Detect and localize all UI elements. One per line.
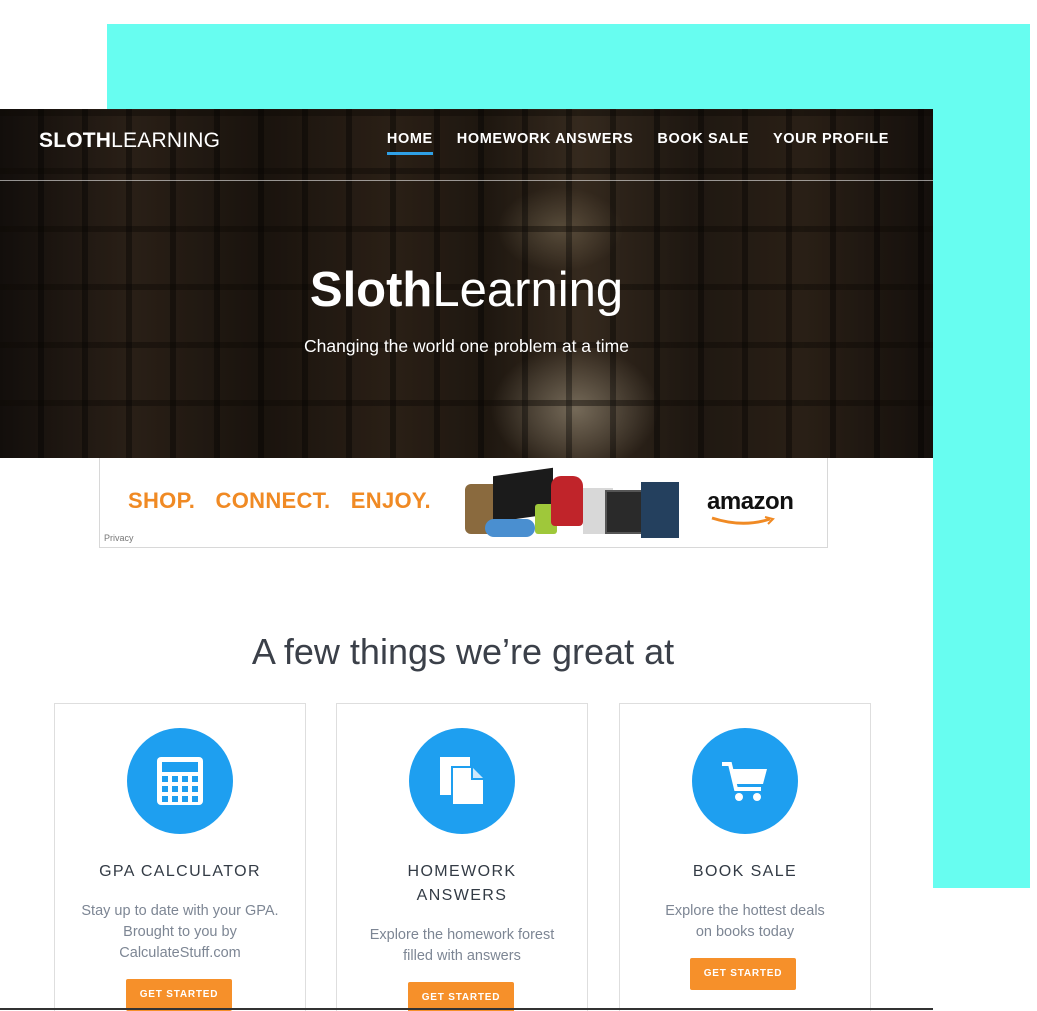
card-description: Stay up to date with your GPA. Brought t…: [81, 903, 279, 961]
card-title: HOMEWORK ANSWERS: [407, 863, 517, 904]
page: SLOTHLEARNING HOME HOMEWORK ANSWERS BOOK…: [0, 109, 933, 1011]
card-title: BOOK SALE: [692, 863, 798, 880]
feature-card-gpa-calculator: GPA CALCULATOR Stay up to date with your…: [54, 703, 306, 1011]
nav-item-book-sale[interactable]: BOOK SALE: [657, 131, 749, 153]
nav-menu: HOME HOMEWORK ANSWERS BOOK SALE YOUR PRO…: [386, 131, 889, 155]
hero-banner: SLOTHLEARNING HOME HOMEWORK ANSWERS BOOK…: [0, 109, 933, 458]
card-title: GPA CALCULATOR: [99, 863, 261, 880]
nav-item-home[interactable]: HOME: [386, 131, 433, 155]
advertisement-banner[interactable]: SHOP. CONNECT. ENJOY. amazon Privacy: [99, 458, 828, 548]
get-started-button[interactable]: GET STARTED: [408, 982, 514, 1011]
calculator-icon[interactable]: [127, 728, 233, 834]
nav-item-your-profile[interactable]: YOUR PROFILE: [773, 131, 889, 153]
hero-title: SlothLearning: [309, 263, 624, 317]
amazon-smile-icon: [711, 516, 775, 525]
top-nav: SLOTHLEARNING HOME HOMEWORK ANSWERS BOOK…: [0, 109, 933, 181]
card-description: Explore the hottest deals on books today: [665, 903, 825, 940]
amazon-logo: amazon: [707, 488, 794, 515]
cart-icon[interactable]: [692, 728, 798, 834]
bottom-border: [0, 1008, 933, 1010]
nav-item-homework-answers[interactable]: HOMEWORK ANSWERS: [457, 131, 634, 153]
ad-privacy-link[interactable]: Privacy: [104, 533, 134, 543]
card-description: Explore the homework forest filled with …: [369, 927, 555, 964]
feature-card-book-sale: BOOK SALE Explore the hottest deals on b…: [619, 703, 871, 1011]
hero-subtitle: Changing the world one problem at a time: [304, 336, 629, 356]
ad-product-images: [465, 464, 685, 546]
ad-slogan: SHOP. CONNECT. ENJOY.: [128, 488, 431, 513]
document-icon[interactable]: [409, 728, 515, 834]
features-heading: A few things we’re great at: [251, 631, 675, 672]
feature-card-homework-answers: HOMEWORK ANSWERS Explore the homework fo…: [336, 703, 588, 1011]
get-started-button[interactable]: GET STARTED: [126, 979, 232, 1011]
site-logo[interactable]: SLOTHLEARNING: [39, 129, 220, 153]
get-started-button[interactable]: GET STARTED: [690, 958, 796, 990]
